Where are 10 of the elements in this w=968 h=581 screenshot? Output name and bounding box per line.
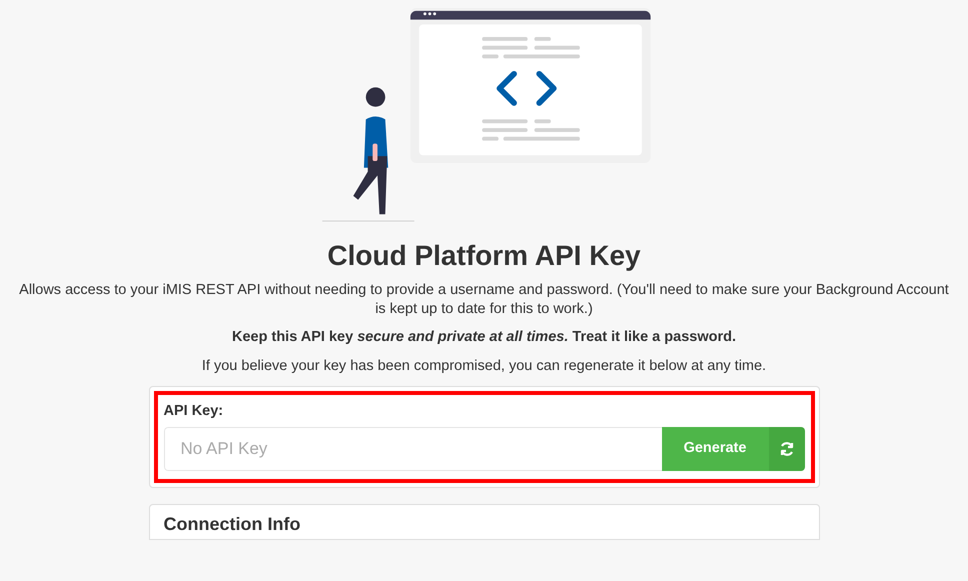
page-title: Cloud Platform API Key [327,239,641,273]
refresh-button[interactable] [768,426,804,471]
description-text: Allows access to your iMIS REST API without needing to provide a username and password. (You'll need to make sure your Background Account is kept up to date for this to work.) [18,280,950,319]
generate-button[interactable]: Generate [662,426,768,471]
api-key-label: API Key: [164,402,224,422]
warning-text: Keep this API key secure and private at all times. Treat it like a password. [232,328,736,347]
connection-info-title: Connection Info [164,512,302,535]
refresh-icon [778,440,794,457]
note-text: If you believe your key has been compromised, you can regenerate it below at any time. [202,357,766,376]
api-key-field[interactable]: No API Key [164,426,662,471]
